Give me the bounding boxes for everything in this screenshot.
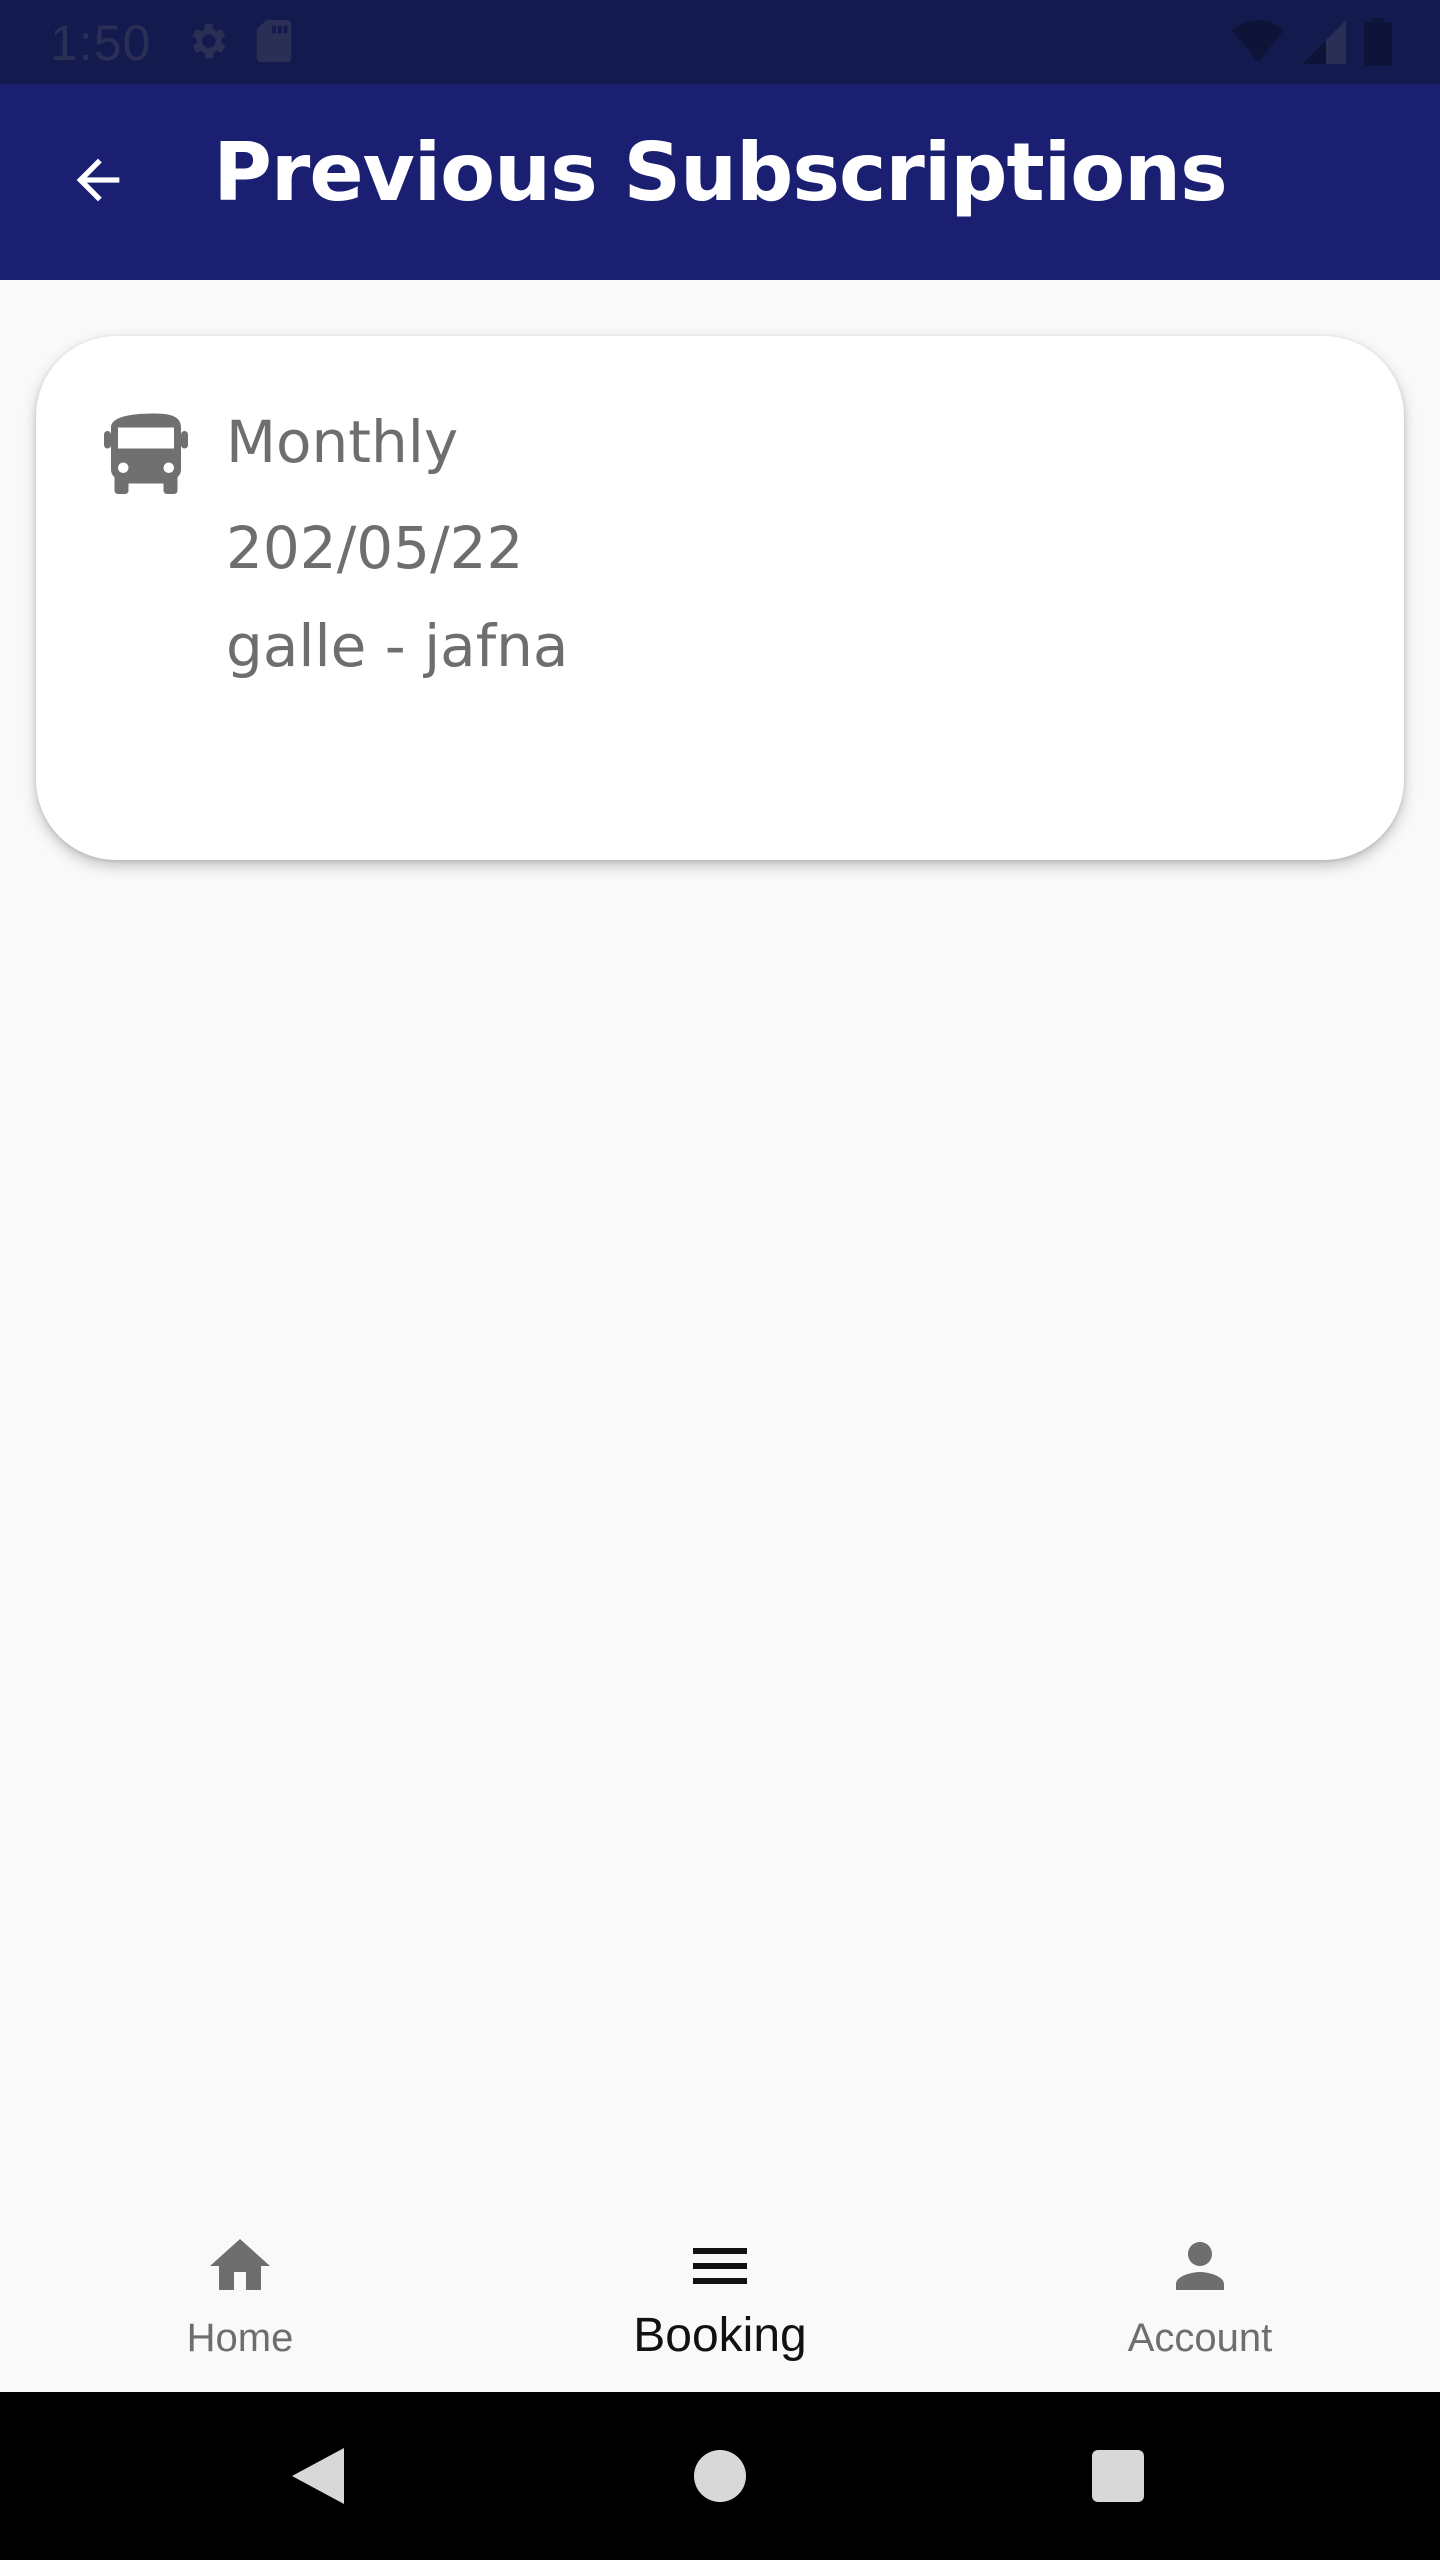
sd-card-icon <box>254 18 294 69</box>
status-time: 1:50 <box>50 15 152 71</box>
bus-icon <box>104 406 188 498</box>
app-bar: Previous Subscriptions <box>0 84 1440 280</box>
nav-item-home[interactable]: Home <box>40 2230 440 2380</box>
nav-label-account: Account <box>1127 2316 1273 2360</box>
subscription-route: galle - jafna <box>226 612 569 680</box>
subscription-card[interactable]: Monthly 202/05/22 galle - jafna <box>36 336 1404 860</box>
recents-square-icon[interactable] <box>1082 2440 1154 2512</box>
back-triangle-icon[interactable] <box>282 2440 354 2512</box>
subscription-date: 202/05/22 <box>226 514 524 582</box>
home-icon <box>204 2230 276 2302</box>
gear-icon <box>184 18 230 69</box>
subscription-type: Monthly <box>226 408 459 476</box>
status-icons-right <box>1232 18 1392 71</box>
person-icon <box>1164 2230 1236 2302</box>
nav-label-booking: Booking <box>633 2309 807 2362</box>
status-icons-left <box>184 18 294 69</box>
nav-item-booking[interactable]: Booking <box>520 2230 920 2380</box>
cell-signal-icon <box>1302 20 1346 69</box>
status-bar: 1:50 <box>0 0 1440 84</box>
bottom-navigation: Home Booking Account <box>0 2200 1440 2392</box>
battery-icon <box>1364 18 1392 71</box>
system-navigation-bar <box>0 2392 1440 2560</box>
screen: 1:50 Previous Subscriptions Monthly 202/… <box>0 0 1440 2560</box>
menu-icon <box>684 2230 756 2302</box>
wifi-icon <box>1232 20 1284 69</box>
nav-item-account[interactable]: Account <box>1000 2230 1400 2380</box>
nav-label-home: Home <box>186 2316 294 2360</box>
page-title: Previous Subscriptions <box>213 126 1228 219</box>
home-circle-icon[interactable] <box>684 2440 756 2512</box>
